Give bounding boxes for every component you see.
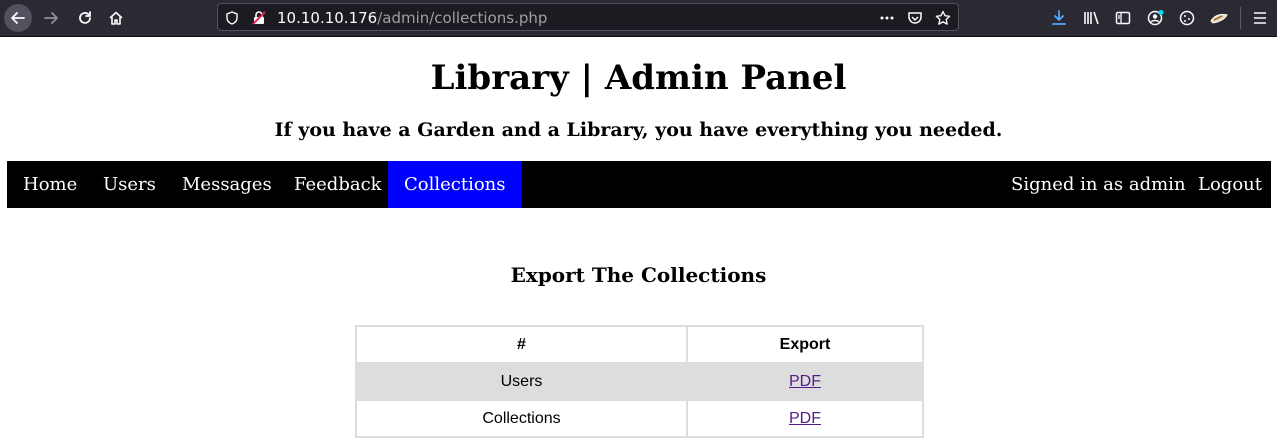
sidebar-button[interactable]	[1109, 4, 1137, 32]
back-button[interactable]	[4, 4, 32, 32]
url-text: 10.10.10.176/admin/collections.php	[277, 9, 547, 27]
page-subtitle: If you have a Garden and a Library, you …	[274, 119, 1003, 141]
main-navbar: Home Users Messages Feedback Collections…	[7, 161, 1271, 208]
bookmark-star-icon[interactable]	[934, 9, 952, 27]
url-path: /admin/collections.php	[377, 9, 548, 27]
table-row: Users PDF	[355, 362, 924, 401]
insecure-lock-icon[interactable]	[250, 9, 268, 27]
hamburger-menu-icon	[1254, 12, 1266, 24]
downloads-button[interactable]	[1045, 4, 1073, 32]
url-host: 10.10.10.176	[277, 9, 378, 27]
home-icon	[109, 11, 123, 25]
nav-collections[interactable]: Collections	[388, 161, 522, 208]
table-row: Collections PDF	[355, 399, 924, 438]
library-button[interactable]	[1078, 4, 1106, 32]
arrow-right-icon	[44, 12, 58, 24]
cookie-icon	[1179, 10, 1195, 26]
extension-icon	[1210, 13, 1228, 24]
page-title: Library | Admin Panel	[430, 58, 847, 98]
nav-home[interactable]: Home	[7, 161, 93, 208]
shield-icon[interactable]	[223, 9, 241, 27]
table-header-row: # Export	[355, 325, 924, 364]
export-pdf-link[interactable]: PDF	[789, 373, 821, 390]
pocket-icon[interactable]	[906, 9, 924, 27]
column-header-export: Export	[686, 325, 924, 364]
cookie-extension-button[interactable]	[1173, 4, 1201, 32]
sidebar-icon	[1115, 11, 1131, 25]
row-export-cell: PDF	[686, 399, 924, 438]
section-title: Export The Collections	[510, 263, 767, 287]
row-name: Collections	[355, 399, 688, 438]
nav-logout[interactable]: Logout	[1182, 161, 1277, 208]
reload-button[interactable]	[71, 4, 99, 32]
arrow-left-icon	[11, 12, 25, 24]
home-button[interactable]	[102, 4, 130, 32]
nav-feedback[interactable]: Feedback	[278, 161, 398, 208]
download-icon	[1052, 10, 1066, 25]
more-actions-icon[interactable]	[878, 9, 896, 27]
account-button[interactable]	[1142, 4, 1170, 32]
extension-button[interactable]	[1205, 4, 1233, 32]
reload-icon	[79, 11, 91, 24]
library-icon	[1084, 11, 1099, 25]
toolbar-divider	[1240, 7, 1241, 29]
row-name: Users	[355, 362, 688, 401]
export-table: # Export Users PDF Collections PDF	[355, 325, 924, 438]
nav-messages[interactable]: Messages	[166, 161, 288, 208]
column-header-name: #	[355, 325, 688, 364]
forward-button[interactable]	[37, 4, 65, 32]
export-pdf-link[interactable]: PDF	[789, 410, 821, 427]
account-icon	[1147, 10, 1164, 26]
nav-users[interactable]: Users	[87, 161, 172, 208]
browser-toolbar: 10.10.10.176/admin/collections.php	[0, 0, 1277, 37]
row-export-cell: PDF	[686, 362, 924, 401]
address-bar[interactable]: 10.10.10.176/admin/collections.php	[217, 3, 959, 31]
signed-in-label[interactable]: Signed in as admin	[995, 161, 1202, 208]
menu-button[interactable]	[1246, 4, 1274, 32]
